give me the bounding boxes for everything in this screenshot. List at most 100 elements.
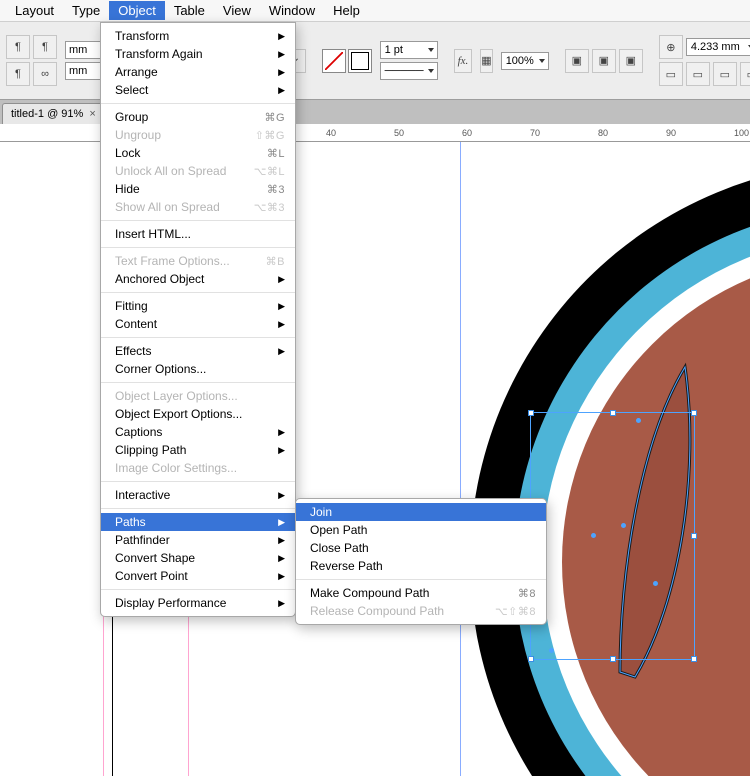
menu-separator	[101, 220, 295, 221]
menu-item-label: Lock	[115, 146, 140, 160]
menu-item-group[interactable]: Group⌘G	[101, 108, 295, 126]
resize-handle[interactable]	[691, 410, 697, 416]
menu-item-convert-point[interactable]: Convert Point▶	[101, 567, 295, 585]
anchor-point[interactable]	[549, 648, 554, 653]
resize-handle[interactable]	[528, 410, 534, 416]
menu-item-transform[interactable]: Transform▶	[101, 27, 295, 45]
tool-btn[interactable]: ¶	[6, 35, 30, 59]
stroke-swatch[interactable]	[348, 49, 372, 73]
resize-handle[interactable]	[610, 410, 616, 416]
menu-help[interactable]: Help	[324, 1, 369, 20]
fx-button[interactable]: fx.	[454, 49, 473, 73]
menu-table[interactable]: Table	[165, 1, 214, 20]
submenu-item-reverse-path[interactable]: Reverse Path	[296, 557, 546, 575]
submenu-item-make-compound-path[interactable]: Make Compound Path⌘8	[296, 584, 546, 602]
tool-btn[interactable]: ∞	[33, 62, 57, 86]
menu-item-content[interactable]: Content▶	[101, 315, 295, 333]
menu-item-clipping-path[interactable]: Clipping Path▶	[101, 441, 295, 459]
submenu-arrow-icon: ▶	[278, 49, 285, 60]
shortcut-label: ⌘L	[267, 147, 285, 160]
menu-item-insert-html[interactable]: Insert HTML...	[101, 225, 295, 243]
menu-item-select[interactable]: Select▶	[101, 81, 295, 99]
document-tab-title: titled-1 @ 91%	[11, 108, 83, 120]
menu-item-convert-shape[interactable]: Convert Shape▶	[101, 549, 295, 567]
menu-item-label: Open Path	[310, 523, 367, 537]
shortcut-label: ⌘B	[266, 255, 285, 268]
menu-object[interactable]: Object	[109, 1, 165, 20]
stroke-weight-select[interactable]: 1 pt	[380, 41, 438, 59]
submenu-item-close-path[interactable]: Close Path	[296, 539, 546, 557]
wrap-icon[interactable]: ▣	[565, 49, 589, 73]
fit-icon[interactable]: ▭	[713, 62, 737, 86]
submenu-arrow-icon: ▶	[278, 346, 285, 357]
menu-item-object-layer-options: Object Layer Options...	[101, 387, 295, 405]
document-tab[interactable]: titled-1 @ 91% ×	[2, 103, 105, 124]
fit-icon[interactable]: ▭	[740, 62, 750, 86]
menu-item-label: Ungroup	[115, 128, 161, 142]
anchor-point[interactable]	[621, 523, 626, 528]
anchor-point[interactable]	[591, 533, 596, 538]
menu-layout[interactable]: Layout	[6, 1, 63, 20]
resize-handle[interactable]	[691, 656, 697, 662]
menu-item-paths[interactable]: Paths▶	[101, 513, 295, 531]
menu-item-label: Image Color Settings...	[115, 461, 237, 475]
menu-item-pathfinder[interactable]: Pathfinder▶	[101, 531, 295, 549]
submenu-item-join[interactable]: Join	[296, 503, 546, 521]
menu-item-unlock-all-on-spread: Unlock All on Spread⌥⌘L	[101, 162, 295, 180]
paths-submenu: Join Open Path Close PathReverse Path Make …	[295, 498, 547, 625]
submenu-arrow-icon: ▶	[278, 319, 285, 330]
menu-item-effects[interactable]: Effects▶	[101, 342, 295, 360]
submenu-arrow-icon: ▶	[278, 301, 285, 312]
object-menu: Transform▶Transform Again▶Arrange▶Select…	[100, 22, 296, 617]
menu-separator	[101, 103, 295, 104]
resize-handle[interactable]	[691, 533, 697, 539]
submenu-item-open-path[interactable]: Open Path	[296, 521, 546, 539]
coord-field[interactable]: 4.233 mm	[686, 38, 750, 56]
menu-separator	[101, 382, 295, 383]
close-icon[interactable]: ×	[89, 108, 95, 120]
opacity-select[interactable]: 100%	[501, 52, 549, 70]
menu-separator	[101, 481, 295, 482]
fill-swatch[interactable]	[322, 49, 346, 73]
anchor-point[interactable]	[636, 418, 641, 423]
menu-item-label: Transform	[115, 29, 169, 43]
fit-icon[interactable]: ▭	[659, 62, 683, 86]
shortcut-label: ⌥⌘3	[254, 201, 285, 214]
tool-btn[interactable]: ¶	[6, 62, 30, 86]
wrap-icon[interactable]: ▣	[592, 49, 616, 73]
anchor-icon[interactable]: ⊕	[659, 35, 683, 59]
menu-item-interactive[interactable]: Interactive▶	[101, 486, 295, 504]
menu-item-transform-again[interactable]: Transform Again▶	[101, 45, 295, 63]
menu-item-captions[interactable]: Captions▶	[101, 423, 295, 441]
anchor-point[interactable]	[653, 581, 658, 586]
stroke-style-select[interactable]: ─────	[380, 62, 438, 80]
menu-item-label: Fitting	[115, 299, 148, 313]
menu-item-arrange[interactable]: Arrange▶	[101, 63, 295, 81]
menu-type[interactable]: Type	[63, 1, 109, 20]
overprint-icon[interactable]: ▦	[480, 49, 492, 73]
selection-box[interactable]	[530, 412, 695, 660]
submenu-arrow-icon: ▶	[278, 571, 285, 582]
menu-item-object-export-options[interactable]: Object Export Options...	[101, 405, 295, 423]
fit-icon[interactable]: ▭	[686, 62, 710, 86]
menu-item-fitting[interactable]: Fitting ▶	[101, 297, 295, 315]
menu-item-corner-options[interactable]: Corner Options...	[101, 360, 295, 378]
menu-item-display-performance[interactable]: Display Performance▶	[101, 594, 295, 612]
menu-item-anchored-object[interactable]: Anchored Object▶	[101, 270, 295, 288]
menu-item-lock[interactable]: Lock ⌘L	[101, 144, 295, 162]
wrap-icon[interactable]: ▣	[619, 49, 643, 73]
resize-handle[interactable]	[610, 656, 616, 662]
menu-item-image-color-settings: Image Color Settings...	[101, 459, 295, 477]
menu-item-hide[interactable]: Hide⌘3	[101, 180, 295, 198]
menu-window[interactable]: Window	[260, 1, 324, 20]
shortcut-label: ⌘3	[267, 183, 285, 196]
unit-field[interactable]: mm	[65, 41, 101, 59]
tool-btn[interactable]: ¶	[33, 35, 57, 59]
unit-field[interactable]: mm	[65, 62, 101, 80]
shortcut-label: ⌘G	[264, 111, 285, 124]
link-icon: ∞	[41, 68, 49, 80]
menubar: Layout Type Object Table View Window Hel…	[0, 0, 750, 22]
menu-item-label: Clipping Path	[115, 443, 186, 457]
resize-handle[interactable]	[528, 656, 534, 662]
menu-view[interactable]: View	[214, 1, 260, 20]
